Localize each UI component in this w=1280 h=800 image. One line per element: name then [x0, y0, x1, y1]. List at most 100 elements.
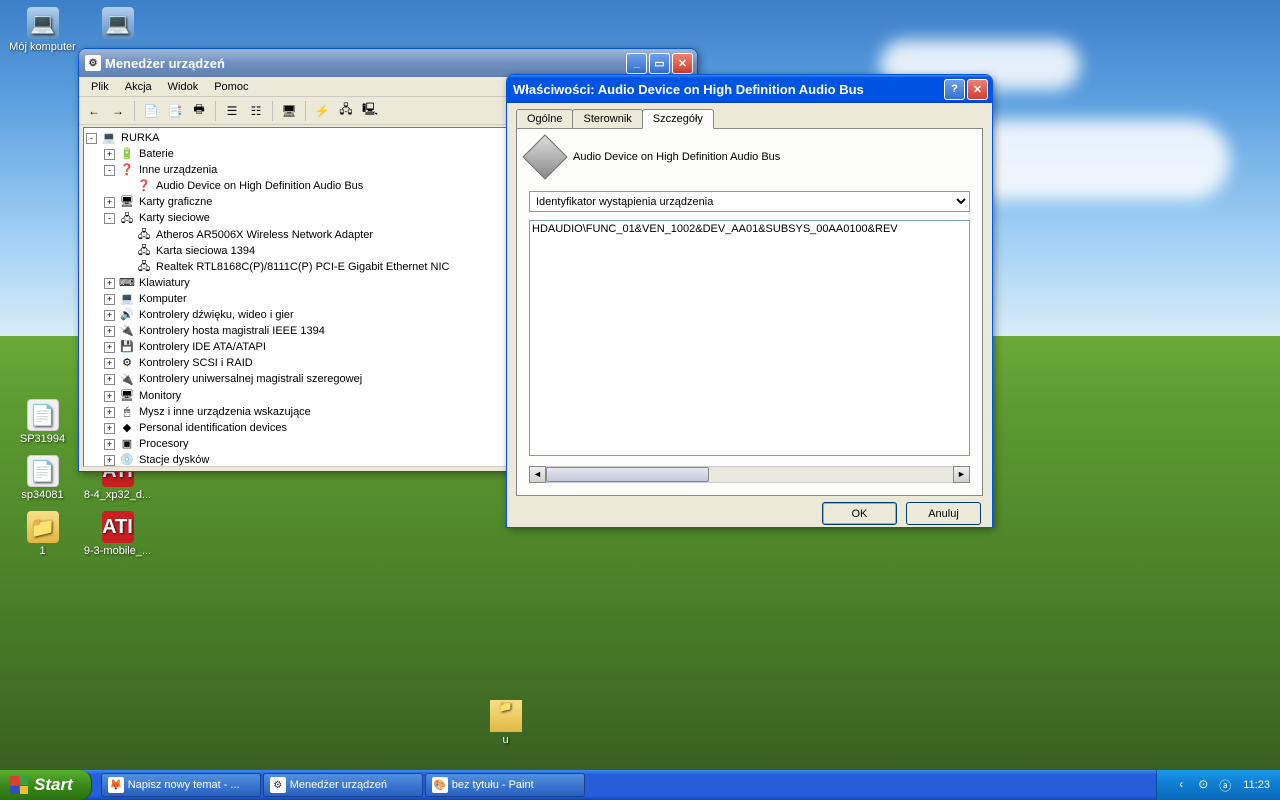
maximize-button[interactable]: ▭: [649, 53, 670, 74]
tabs: OgólneSterownikSzczegóły: [510, 103, 989, 128]
menu-widok[interactable]: Widok: [160, 79, 207, 94]
start-label: Start: [34, 775, 73, 795]
tree-toggle[interactable]: +: [104, 326, 115, 337]
tree-item[interactable]: Personal identification devices: [137, 422, 289, 434]
toolbar-button[interactable]: 🖥: [278, 100, 300, 122]
tree-item[interactable]: Kontrolery hosta magistrali IEEE 1394: [137, 325, 327, 337]
toolbar-button[interactable]: 📄: [140, 100, 162, 122]
tray-icon[interactable]: ⓐ: [1217, 777, 1233, 793]
ok-button[interactable]: OK: [822, 502, 897, 525]
task-icon: 🎨: [432, 777, 448, 793]
close-button[interactable]: ✕: [967, 79, 988, 100]
tree-root[interactable]: RURKA: [119, 132, 162, 144]
tree-item[interactable]: Karty graficzne: [137, 196, 214, 208]
menu-akcja[interactable]: Akcja: [117, 79, 160, 94]
tree-toggle[interactable]: -: [86, 133, 97, 144]
cancel-button[interactable]: Anuluj: [906, 502, 981, 525]
tree-item[interactable]: Monitory: [137, 390, 183, 402]
menu-plik[interactable]: Plik: [83, 79, 117, 94]
tree-toggle[interactable]: +: [104, 439, 115, 450]
toolbar-button[interactable]: ⚡: [311, 100, 333, 122]
tree-item[interactable]: Atheros AR5006X Wireless Network Adapter: [154, 229, 375, 241]
tree-toggle[interactable]: -: [104, 213, 115, 224]
tree-item[interactable]: Komputer: [137, 293, 189, 305]
desktop-icon-9-3-mobile_-[interactable]: ATI9-3-mobile_...: [80, 511, 155, 557]
tree-item[interactable]: Karta sieciowa 1394: [154, 245, 257, 257]
tree-toggle[interactable]: +: [104, 342, 115, 353]
tree-toggle[interactable]: +: [104, 374, 115, 385]
app-icon: ⚙: [85, 55, 101, 71]
menu-pomoc[interactable]: Pomoc: [206, 79, 256, 94]
device-category-icon: ❓: [119, 162, 135, 178]
tree-item[interactable]: Kontrolery IDE ATA/ATAPI: [137, 341, 268, 353]
tree-toggle[interactable]: +: [104, 278, 115, 289]
tree-toggle[interactable]: +: [104, 423, 115, 434]
desktop-icon-label: SP31994: [20, 433, 65, 445]
titlebar[interactable]: Właściwości: Audio Device on High Defini…: [507, 75, 992, 103]
property-value-list[interactable]: HDAUDIO\FUNC_01&VEN_1002&DEV_AA01&SUBSYS…: [529, 220, 970, 456]
tree-item[interactable]: Kontrolery SCSI i RAID: [137, 357, 255, 369]
device-icon: [522, 134, 567, 179]
device-category-icon: ◆: [119, 420, 135, 436]
tree-item[interactable]: Kontrolery dźwięku, wideo i gier: [137, 309, 296, 321]
property-select[interactable]: Identyfikator wystąpienia urządzenia: [529, 191, 970, 212]
tray-icon[interactable]: ‹: [1173, 777, 1189, 793]
tree-item[interactable]: Audio Device on High Definition Audio Bu…: [154, 180, 365, 192]
toolbar-button[interactable]: ☰: [221, 100, 243, 122]
toolbar-button[interactable]: 📑: [164, 100, 186, 122]
comp-icon: 💻: [27, 7, 59, 39]
desktop-icon-1[interactable]: 📁1: [5, 511, 80, 557]
toolbar-button[interactable]: 🖳: [359, 100, 381, 122]
forward-button[interactable]: →: [107, 100, 129, 122]
tree-item[interactable]: Realtek RTL8168C(P)/8111C(P) PCI-E Gigab…: [154, 261, 451, 273]
desktop-icon-sp34081[interactable]: 📄sp34081: [5, 455, 80, 501]
tab-sterownik[interactable]: Sterownik: [572, 109, 642, 128]
start-button[interactable]: Start: [0, 770, 92, 800]
help-button[interactable]: ?: [944, 79, 965, 100]
taskbar-task[interactable]: 🎨bez tytułu - Paint: [425, 773, 585, 797]
scroll-thumb[interactable]: [546, 467, 709, 482]
tree-toggle[interactable]: +: [104, 149, 115, 160]
tree-item[interactable]: Inne urządzenia: [137, 164, 219, 176]
desktop-icon-m-j-komputer[interactable]: 💻Mój komputer: [5, 7, 80, 53]
taskbar-task[interactable]: 🦊Napisz nowy temat - ...: [101, 773, 261, 797]
tab-szczegóły[interactable]: Szczegóły: [642, 109, 714, 129]
desktop-folder-u[interactable]: 📁 u: [468, 700, 543, 746]
tree-item[interactable]: Procesory: [137, 438, 191, 450]
scroll-right-button[interactable]: ►: [953, 466, 970, 483]
tree-toggle[interactable]: +: [104, 455, 115, 466]
tab-ogólne[interactable]: Ogólne: [516, 109, 573, 128]
taskbar-task[interactable]: ⚙Menedżer urządzeń: [263, 773, 423, 797]
tree-item[interactable]: Karty sieciowe: [137, 212, 212, 224]
task-buttons: 🦊Napisz nowy temat - ...⚙Menedżer urządz…: [100, 770, 1157, 800]
tree-toggle[interactable]: +: [104, 391, 115, 402]
tree-item[interactable]: Klawiatury: [137, 277, 192, 289]
tray-icon[interactable]: ⊙: [1195, 777, 1211, 793]
toolbar-button[interactable]: ☷: [245, 100, 267, 122]
separator: [215, 101, 216, 121]
desktop-icon-sp31994[interactable]: 📄SP31994: [5, 399, 80, 445]
titlebar[interactable]: ⚙ Menedżer urządzeń _ ▭ ✕: [79, 49, 697, 77]
desktop-icon-[interactable]: 💻: [80, 7, 155, 41]
clock[interactable]: 11:23: [1243, 779, 1270, 791]
scroll-track[interactable]: [546, 466, 953, 483]
minimize-button[interactable]: _: [626, 53, 647, 74]
device-icon: 🖧: [136, 243, 152, 259]
desktop-icon-label: 1: [39, 545, 45, 557]
scroll-left-button[interactable]: ◄: [529, 466, 546, 483]
tree-item[interactable]: Mysz i inne urządzenia wskazujące: [137, 406, 313, 418]
tree-toggle[interactable]: +: [104, 358, 115, 369]
tree-item[interactable]: Baterie: [137, 148, 176, 160]
horizontal-scrollbar[interactable]: ◄ ►: [529, 466, 970, 483]
tree-toggle[interactable]: +: [104, 310, 115, 321]
back-button[interactable]: ←: [83, 100, 105, 122]
tree-toggle[interactable]: -: [104, 165, 115, 176]
tree-toggle[interactable]: +: [104, 294, 115, 305]
tree-toggle[interactable]: +: [104, 197, 115, 208]
tree-toggle[interactable]: +: [104, 407, 115, 418]
tree-item[interactable]: Kontrolery uniwersalnej magistrali szere…: [137, 373, 364, 385]
close-button[interactable]: ✕: [672, 53, 693, 74]
toolbar-button[interactable]: 🖶: [188, 100, 210, 122]
tree-item[interactable]: Stacje dysków: [137, 454, 211, 466]
toolbar-button[interactable]: 🖧: [335, 100, 357, 122]
